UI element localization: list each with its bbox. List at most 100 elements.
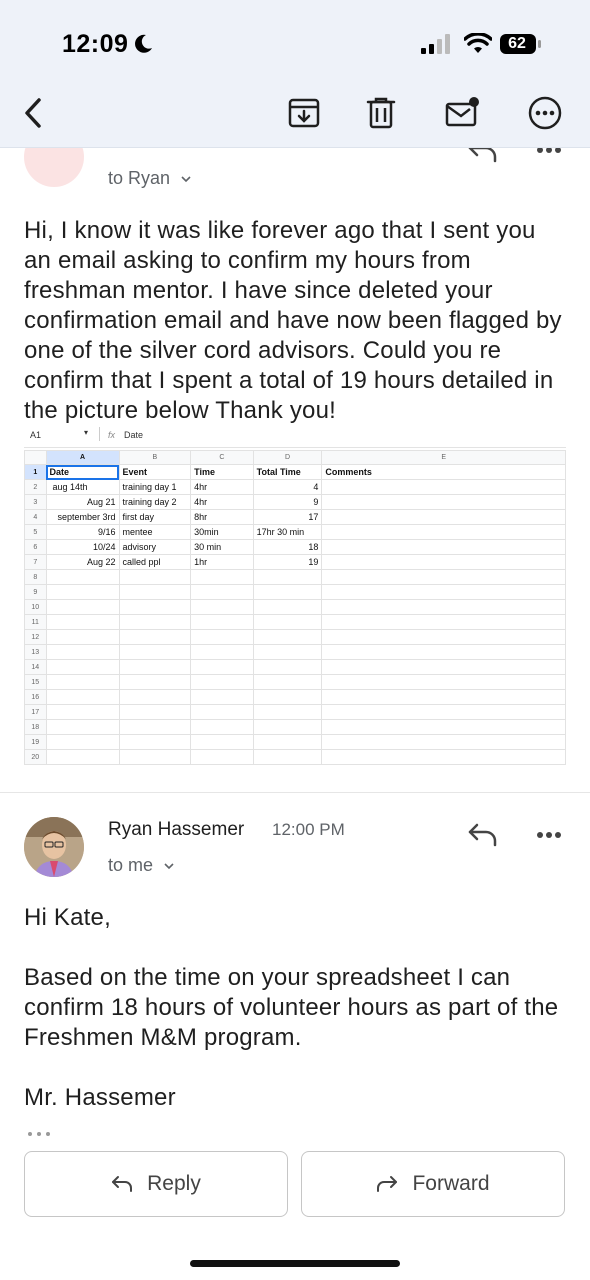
sheet-cell: 30 min — [190, 539, 254, 555]
avatar — [24, 147, 84, 187]
sheet-row: 11 — [24, 614, 566, 630]
sheet-cell — [321, 479, 566, 495]
sheet-cell — [190, 584, 254, 600]
recipient-text: to me — [108, 855, 154, 875]
second-message-body: Hi Kate, Based on the time on your sprea… — [24, 904, 559, 1111]
sender-name: Ryan Hassemer — [108, 819, 245, 840]
forward-label: Forward — [412, 1172, 490, 1195]
signal-icon — [421, 34, 450, 54]
message-time: 12:00 PM — [272, 820, 345, 839]
sheet-row: 9 — [24, 584, 566, 600]
column-header: B — [118, 450, 192, 465]
reply-icon[interactable] — [467, 147, 499, 165]
sheet-cell — [252, 719, 323, 735]
home-indicator[interactable] — [190, 1260, 400, 1267]
sheet-cell — [45, 599, 120, 615]
sheet-cell — [252, 674, 323, 690]
sheet-cell — [118, 719, 192, 735]
chevron-left-icon[interactable] — [18, 96, 52, 130]
sheet-cell: Time — [190, 464, 254, 480]
sheet-cell: 19 — [252, 554, 323, 570]
sheet-cell: 9 — [252, 494, 323, 510]
cell-reference: A1 — [30, 430, 42, 440]
row-number: 4 — [24, 509, 47, 525]
sheet-row: 13 — [24, 644, 566, 660]
sheet-cell — [321, 749, 566, 765]
sheet-cell — [321, 524, 566, 540]
archive-icon[interactable] — [287, 96, 321, 130]
sheet-cell — [45, 644, 120, 660]
sheet-row: 20 — [24, 749, 566, 765]
forward-button[interactable]: Forward — [301, 1151, 565, 1217]
chevron-down-icon — [181, 176, 191, 183]
sheet-cell — [252, 569, 323, 585]
reply-icon — [112, 1176, 133, 1192]
sheet-cell: Comments — [321, 464, 566, 480]
status-time: 12:09 — [62, 30, 129, 58]
column-header: A — [45, 450, 120, 465]
reply-button[interactable]: Reply — [24, 1151, 288, 1217]
sheet-cell — [45, 734, 120, 750]
sheet-cell: 8hr — [190, 509, 254, 525]
sheet-cell — [118, 629, 192, 645]
trash-icon[interactable] — [364, 96, 398, 130]
column-header: E — [321, 450, 566, 465]
row-number: 8 — [24, 569, 47, 585]
more-horiz-icon[interactable] — [535, 830, 563, 840]
sheet-row: 18 — [24, 719, 566, 735]
reply-icon[interactable] — [467, 821, 499, 849]
sheet-cell — [190, 644, 254, 660]
sheet-row: 7 Aug 22 called ppl 1hr 19 — [24, 554, 566, 570]
sheet-cell — [252, 734, 323, 750]
sheet-cell — [321, 689, 566, 705]
row-number: 14 — [24, 659, 47, 675]
sheet-cell — [118, 614, 192, 630]
recipient-line[interactable]: to me — [108, 855, 174, 876]
sheet-cell — [118, 704, 192, 720]
sheet-cell — [45, 659, 120, 675]
more-horiz-icon[interactable] — [535, 147, 563, 155]
sheet-row: 6 10/24 advisory 30 min 18 — [24, 539, 566, 555]
sheet-cell: advisory — [118, 539, 192, 555]
sheet-cell — [321, 704, 566, 720]
first-message-header[interactable]: to Ryan — [0, 147, 590, 207]
mail-unread-icon[interactable] — [445, 96, 479, 130]
sheet-cell — [190, 659, 254, 675]
sheet-cell: 30min — [190, 524, 254, 540]
sheet-row: 19 — [24, 734, 566, 750]
sheet-cell: training day 2 — [118, 494, 192, 510]
show-trimmed-content-icon[interactable] — [26, 1130, 52, 1138]
sheet-cell — [190, 734, 254, 750]
recipient-line[interactable]: to Ryan — [108, 168, 191, 189]
sheet-cell — [252, 689, 323, 705]
sheet-cell — [252, 749, 323, 765]
sheet-row: 10 — [24, 599, 566, 615]
sheet-cell: called ppl — [118, 554, 192, 570]
sheet-cell: mentee — [118, 524, 192, 540]
row-number: 1 — [24, 464, 47, 480]
sheet-cell — [45, 584, 120, 600]
sheet-cell — [45, 614, 120, 630]
sheet-cell — [118, 749, 192, 765]
sheet-cell: 10/24 — [45, 539, 120, 555]
sheet-cell: Event — [118, 464, 192, 480]
sheet-cell — [321, 659, 566, 675]
row-number: 16 — [24, 689, 47, 705]
sheet-cell — [190, 689, 254, 705]
sheet-cell — [45, 719, 120, 735]
more-icon[interactable] — [528, 96, 562, 130]
battery-level: 62 — [508, 35, 526, 52]
sheet-cell — [190, 719, 254, 735]
sheet-row: 16 — [24, 689, 566, 705]
row-number: 13 — [24, 644, 47, 660]
sheet-cell: Aug 21 — [45, 494, 120, 510]
sheet-cell — [45, 749, 120, 765]
sheet-row: 1 Date Event Time Total Time Comments — [24, 464, 566, 480]
avatar[interactable] — [24, 817, 84, 877]
recipient-text: to Ryan — [108, 168, 171, 188]
sheet-cell: september 3rd — [45, 509, 120, 525]
sheet-cell — [190, 749, 254, 765]
row-number: 18 — [24, 719, 47, 735]
sheet-cell: aug 14th — [45, 479, 120, 495]
sheet-cell: 9/16 — [45, 524, 120, 540]
